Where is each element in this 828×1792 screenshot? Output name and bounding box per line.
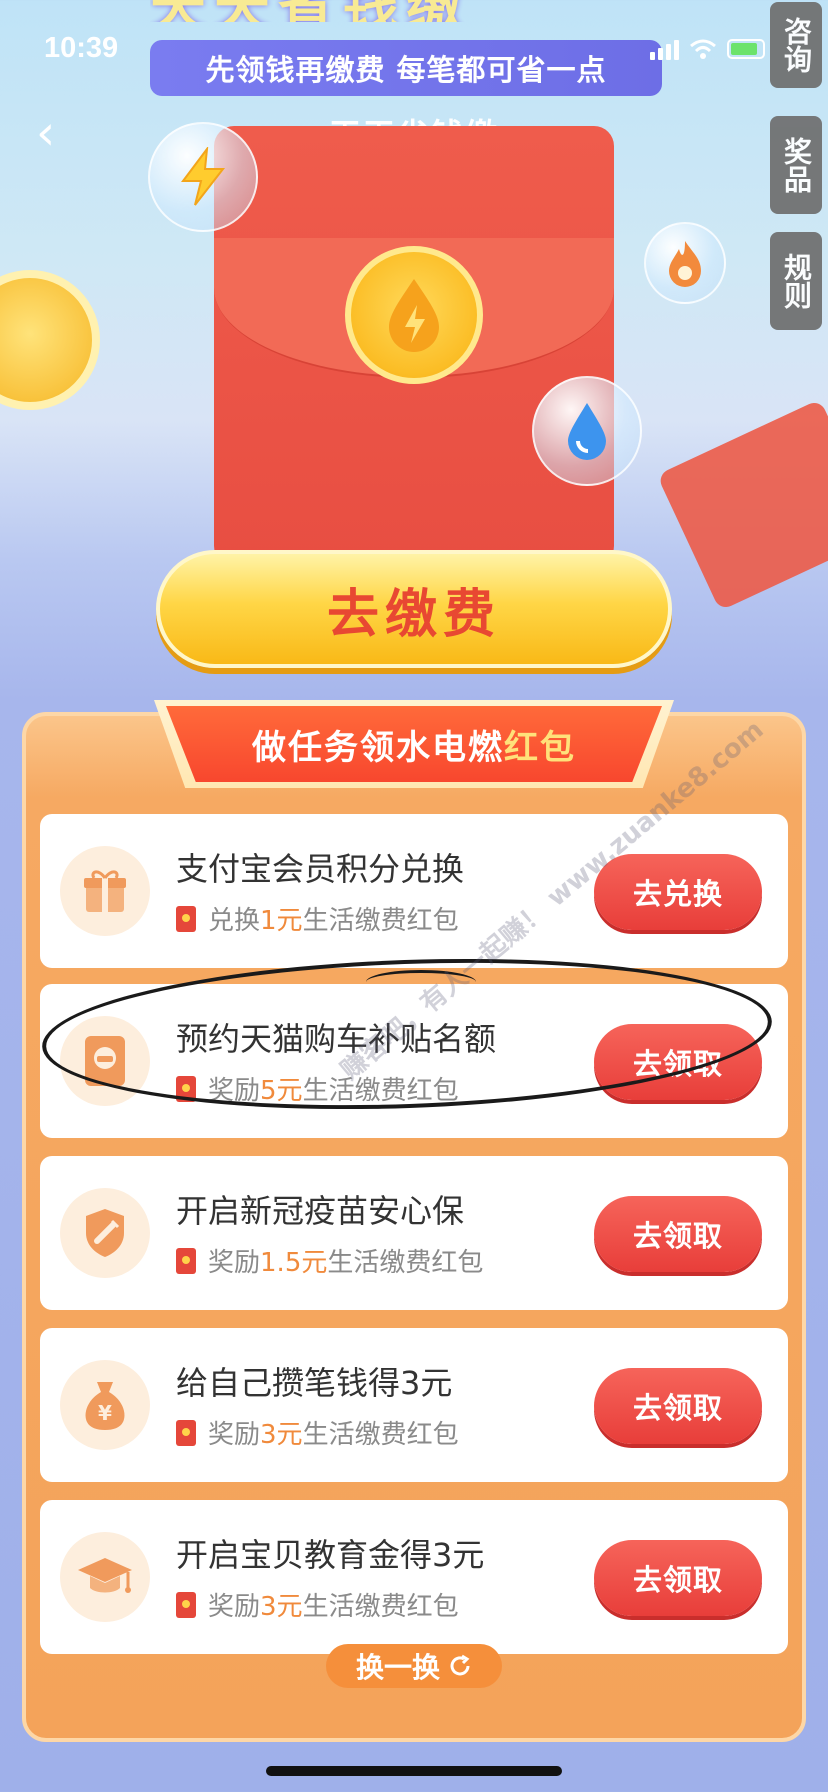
reward-suffix: 生活缴费红包 [302, 1420, 459, 1450]
banner-subtitle: 先领钱再缴费 每笔都可省一点 [150, 40, 662, 96]
panel-title: 做任务领水电燃 红包 [166, 706, 662, 782]
go-pay-button[interactable]: 去缴费 [156, 550, 672, 668]
reward-prefix: 兑换 [208, 906, 261, 936]
gift-icon [60, 846, 150, 936]
side-tab-prizes[interactable]: 奖品 [770, 116, 822, 214]
reward-amount: 3元 [260, 1592, 303, 1622]
battery-icon [727, 39, 765, 59]
wifi-icon [690, 39, 716, 59]
reward-prefix: 奖励 [208, 1248, 261, 1278]
task-card-points-exchange: 支付宝会员积分兑换 兑换 1元 生活缴费红包 去兑换 [40, 814, 788, 968]
lightning-bubble-icon [148, 122, 258, 232]
side-tab-label: 奖品 [780, 137, 813, 193]
red-envelope-icon [176, 1247, 196, 1274]
task-reward: 奖励 1.5元 生活缴费红包 [176, 1242, 483, 1279]
side-tab-label: 咨询 [780, 17, 813, 73]
task-card-education: 开启宝贝教育金得3元 奖励 3元 生活缴费红包 去领取 [40, 1500, 788, 1654]
graduation-cap-icon [60, 1532, 150, 1622]
panel-title-main: 做任务领水电燃 [252, 727, 504, 768]
refresh-label: 换一换 [355, 1651, 440, 1684]
red-envelope-icon [176, 1591, 196, 1618]
svg-text:¥: ¥ [98, 1401, 112, 1425]
reward-suffix: 生活缴费红包 [302, 1592, 459, 1622]
task-title: 开启新冠疫苗安心保 [176, 1192, 465, 1230]
energy-coin-icon [345, 246, 483, 384]
exchange-button[interactable]: 去兑换 [594, 854, 762, 930]
task-title: 支付宝会员积分兑换 [176, 850, 465, 888]
side-tab-consult[interactable]: 咨询 [770, 2, 822, 88]
money-bag-icon: ¥ [60, 1360, 150, 1450]
claim-button[interactable]: 去领取 [594, 1196, 762, 1272]
status-time: 10:39 [44, 32, 119, 64]
decorative-envelope [656, 398, 828, 612]
task-reward: 奖励 3元 生活缴费红包 [176, 1586, 459, 1623]
claim-button[interactable]: 去领取 [594, 1368, 762, 1444]
banner-headline: 天天省钱缴 [150, 0, 670, 22]
signal-icon [650, 38, 679, 60]
panel-title-highlight: 红包 [504, 727, 576, 768]
status-icons [650, 38, 765, 60]
flame-bubble-icon [644, 222, 726, 304]
task-title: 给自己攒笔钱得3元 [176, 1364, 453, 1402]
claim-button[interactable]: 去领取 [594, 1540, 762, 1616]
task-reward: 奖励 3元 生活缴费红包 [176, 1414, 459, 1451]
water-drop-bubble-icon [532, 376, 642, 486]
red-envelope-icon [176, 1419, 196, 1446]
reward-suffix: 生活缴费红包 [327, 1248, 484, 1278]
task-reward: 兑换 1元 生活缴费红包 [176, 900, 459, 937]
side-tab-label: 规则 [780, 253, 813, 309]
refresh-button[interactable]: 换一换 [326, 1644, 502, 1688]
side-tab-rules[interactable]: 规则 [770, 232, 822, 330]
task-title: 开启宝贝教育金得3元 [176, 1536, 485, 1574]
decorative-coin [0, 270, 100, 410]
task-card-savings: ¥ 给自己攒笔钱得3元 奖励 3元 生活缴费红包 去领取 [40, 1328, 788, 1482]
reward-amount: 1.5元 [260, 1248, 328, 1278]
refresh-icon [450, 1654, 470, 1676]
shield-vaccine-icon [60, 1188, 150, 1278]
reward-prefix: 奖励 [208, 1420, 261, 1450]
task-card-vaccine: 开启新冠疫苗安心保 奖励 1.5元 生活缴费红包 去领取 [40, 1156, 788, 1310]
reward-suffix: 生活缴费红包 [302, 906, 459, 936]
red-envelope-icon [176, 905, 196, 932]
reward-prefix: 奖励 [208, 1592, 261, 1622]
reward-amount: 3元 [260, 1420, 303, 1450]
reward-amount: 1元 [260, 906, 303, 936]
home-indicator[interactable] [266, 1766, 562, 1776]
